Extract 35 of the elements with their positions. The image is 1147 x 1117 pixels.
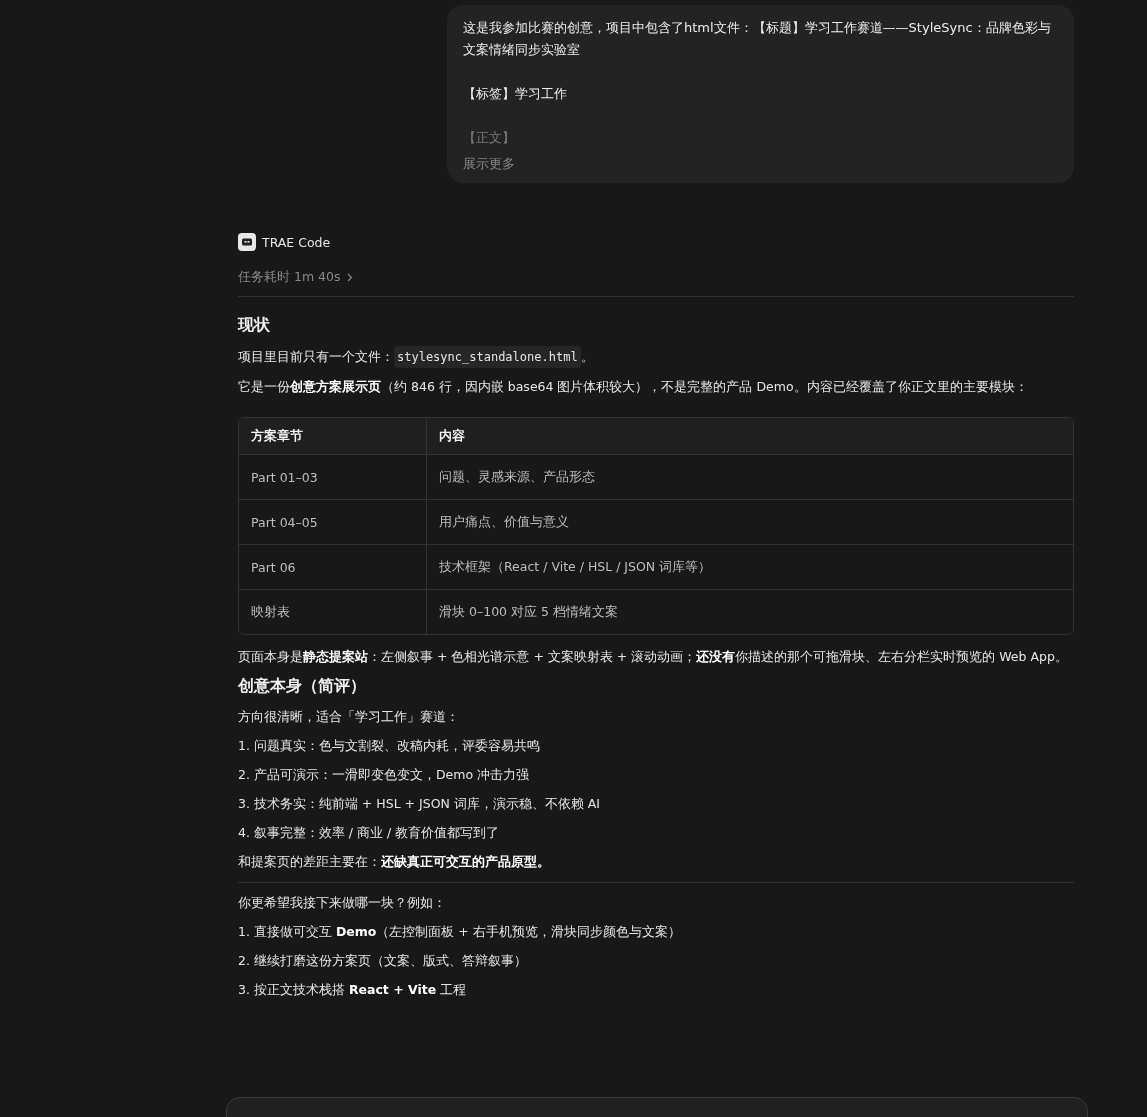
list-item: 3. 按正文技术栈搭 React + Vite 工程 — [238, 981, 468, 999]
list-item: 4. 叙事完整：效率 / 商业 / 教育价值都写到了 — [238, 824, 501, 842]
table-cell: 技术框架（React / Vite / HSL / JSON 词库等） — [426, 545, 1073, 589]
chat-bot-icon — [238, 233, 256, 251]
list-item: 1. 问题真实：色与文割裂、改稿内耗，评委容易共鸣 — [238, 737, 541, 755]
section-heading: 现状 — [238, 315, 271, 336]
message-text: 【正文】 — [463, 129, 516, 147]
paragraph: 方向很清晰，适合「学习工作」赛道： — [238, 708, 460, 726]
table-cell: 滑块 0–100 对应 5 档情绪文案 — [426, 590, 1073, 634]
paragraph: 你更希望我接下来做哪一块？例如： — [238, 894, 447, 912]
paragraph: 和提案页的差距主要在：还缺真正可交互的产品原型。 — [238, 853, 551, 871]
paragraph-end: 。 — [580, 348, 594, 366]
paragraph: 页面本身是静态提案站：左侧叙事 + 色相光谱示意 + 文案映射表 + 滚动动画；还没有你描述的那个可拖滑块、左右分栏实时预览的 Web App。 — [238, 648, 1069, 666]
table-cell: 用户痛点、价值与意义 — [426, 500, 1073, 544]
table-header: 内容 — [426, 418, 1073, 454]
table-cell-text: Part 01–03 — [250, 468, 319, 487]
table-cell-text: 映射表 — [250, 602, 291, 621]
task-duration-toggle[interactable]: 任务耗时 1m 40s — [238, 269, 353, 286]
show-more-link[interactable]: 展示更多 — [463, 156, 515, 171]
list-item: 1. 直接做可交互 Demo（左控制面板 + 右手机预览，滑块同步颜色与文案） — [238, 923, 682, 941]
paragraph: 它是一份创意方案展示页（约 846 行，因内嵌 base64 图片体积较大），不是完整的产品 Demo。内容已经覆盖了你正文里的主要模块： — [238, 378, 1029, 396]
chevron-icon — [346, 273, 353, 282]
table-cell-text: Part 04–05 — [250, 513, 319, 532]
list-item: 2. 继续打磨这份方案页（文案、版式、答辩叙事） — [238, 952, 528, 970]
list-item: 3. 技术务实：纯前端 + HSL + JSON 词库，演示稳、不依赖 AI — [238, 795, 602, 813]
file-name-code: stylesync_standalone.html — [394, 346, 581, 368]
section-heading: 创意本身（简评） — [238, 676, 367, 697]
message-text: 【标签】学习工作 — [463, 85, 568, 103]
list-item: 2. 产品可演示：一滑即变色变文，Demo 冲击力强 — [238, 766, 530, 784]
paragraph: 项目里目前只有一个文件： — [238, 348, 394, 366]
table-header: 方案章节 — [250, 426, 304, 445]
table-cell-text: Part 06 — [250, 558, 297, 577]
table-cell: 问题、灵感来源、产品形态 — [426, 455, 1073, 499]
message-text: 这是我参加比赛的创意，项目中包含了html文件：【标题】学习工作赛道——StyleSync：品牌色彩与文案情绪同步实验室 — [463, 19, 1052, 59]
assistant-name: TRAE Code — [262, 234, 331, 250]
